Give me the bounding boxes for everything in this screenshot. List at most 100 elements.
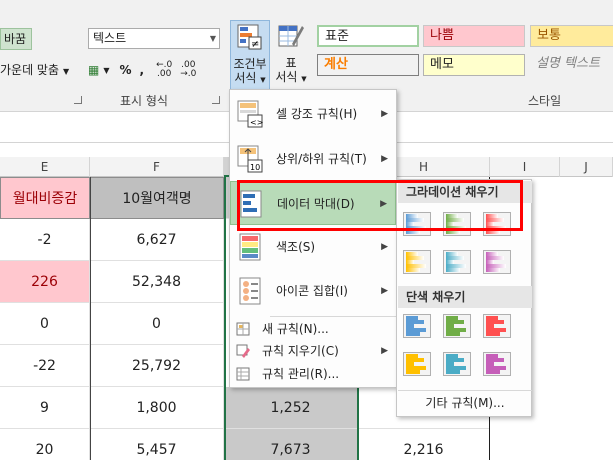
gradient-data-bar-swatch[interactable] (483, 212, 511, 236)
style-bad[interactable]: 나쁨 (423, 25, 525, 47)
style-calculation[interactable]: 계산 (317, 54, 419, 76)
format-as-table-button[interactable]: 표 서식 ▼ (274, 20, 308, 90)
gradient-data-bar-swatch[interactable] (443, 212, 471, 236)
cell-g-r6[interactable]: 7,673 (224, 429, 358, 460)
cell-e-r1[interactable]: -2 (0, 219, 90, 261)
column-header-j[interactable]: J (560, 157, 613, 177)
wrap-text-button[interactable]: 바꿈 (0, 28, 32, 50)
style-note[interactable]: 메모 (423, 54, 525, 76)
excel-window: 바꿈 가운데 맞춤 ▼ 텍스트 ▼ ▦ ▼ % , ←.0.00 .00 →.0 표시 … (0, 0, 613, 460)
chevron-down-icon[interactable]: ▼ (210, 29, 216, 48)
menu-separator (270, 316, 396, 317)
cell-e-r6[interactable]: 20 (0, 429, 90, 460)
style-neutral[interactable]: 보통 (530, 25, 613, 47)
cell-f-r1[interactable]: 6,627 (90, 219, 224, 261)
column-header-i[interactable]: I (490, 157, 560, 177)
cell-e-r2[interactable]: 226 (0, 261, 90, 303)
menu-item-label: 상위/하위 규칙(T) (276, 152, 367, 166)
swatch-bar (486, 230, 500, 234)
merge-center-button[interactable]: 가운데 맞춤 ▼ (0, 60, 69, 80)
menu-item-icon-sets[interactable]: 아이콘 집합(I) ▶ (230, 269, 396, 313)
alignment-dialog-launcher-icon[interactable] (74, 96, 82, 104)
decrease-decimal-icon[interactable]: .00 →.0 (180, 61, 196, 79)
gradient-data-bar-swatch[interactable] (443, 250, 471, 274)
solid-data-bar-swatch[interactable] (443, 352, 471, 376)
solid-data-bar-swatch[interactable] (483, 314, 511, 338)
menu-item-new-rule[interactable]: 새 규칙(N)... (230, 318, 396, 340)
swatch-bar (446, 332, 460, 336)
merge-center-label: 가운데 맞춤 (0, 63, 60, 77)
cell-f-r3[interactable]: 0 (90, 303, 224, 345)
menu-item-label: 규칙 관리(R)... (262, 367, 340, 381)
menu-item-color-scales[interactable]: 색조(S) ▶ (230, 225, 396, 269)
svg-text:≠: ≠ (251, 39, 259, 50)
increase-decimal-icon[interactable]: ←.0.00 (156, 61, 172, 79)
menu-item-clear-rules[interactable]: 규칙 지우기(C) ▶ (230, 340, 396, 362)
number-format-tools: ▦ ▼ % , ←.0.00 .00 →.0 (88, 60, 196, 80)
header-cell-f[interactable]: 10월여객명 (90, 177, 224, 219)
top-bottom-icon: 10 (236, 144, 264, 174)
percent-icon[interactable]: % (120, 63, 132, 77)
style-normal[interactable]: 표준 (317, 25, 419, 47)
gradient-fill-header: 그라데이션 채우기 (398, 181, 532, 203)
swatch-bar (486, 268, 500, 272)
menu-item-highlight-cells[interactable]: <> 셀 강조 규칙(H) ▶ (230, 92, 396, 136)
data-bars-submenu: 그라데이션 채우기 단색 채우기 기타 규칙(M)... (396, 179, 532, 417)
column-header-f[interactable]: F (90, 157, 224, 177)
gradient-data-bar-swatch[interactable] (403, 212, 431, 236)
menu-item-manage-rules[interactable]: 규칙 관리(R)... (230, 363, 396, 385)
number-group-label: 표시 형식 (120, 94, 168, 108)
menu-item-label: 새 규칙(N)... (262, 322, 329, 336)
menu-item-label: 규칙 지우기(C) (262, 344, 339, 358)
swatch-bar (486, 370, 500, 374)
svg-text:<>: <> (250, 118, 263, 127)
cell-g-r5[interactable]: 1,252 (224, 387, 358, 429)
cell-f-r2[interactable]: 52,348 (90, 261, 224, 303)
clear-rules-icon (236, 344, 250, 358)
menu-item-label: 색조(S) (276, 240, 316, 254)
swatch-bar (446, 268, 460, 272)
number-dialog-launcher-icon[interactable] (212, 96, 220, 104)
highlight-cells-icon: <> (236, 99, 264, 129)
chevron-down-icon: ▼ (63, 67, 70, 76)
menu-item-data-bars[interactable]: 데이터 막대(D) ▶ (230, 181, 396, 225)
cell-f-r5[interactable]: 1,800 (90, 387, 224, 429)
conditional-format-button[interactable]: ≠ 조건부 서식 ▼ (230, 20, 270, 90)
chevron-right-icon: ▶ (380, 199, 387, 209)
conditional-format-label-2: 서식 ▼ (234, 71, 266, 85)
cell-e-r4[interactable]: -22 (0, 345, 90, 387)
solid-data-bar-swatch[interactable] (403, 314, 431, 338)
comma-style-icon[interactable]: , (140, 63, 145, 77)
cell-f-r4[interactable]: 25,792 (90, 345, 224, 387)
solid-data-bar-swatch[interactable] (443, 314, 471, 338)
gradient-data-bar-swatch[interactable] (403, 250, 431, 274)
swatch-bar (406, 230, 420, 234)
solid-data-bar-swatch[interactable] (403, 352, 431, 376)
cell-e-r5[interactable]: 9 (0, 387, 90, 429)
cell-h-r6[interactable]: 2,216 (358, 429, 490, 460)
cell-f-r6[interactable]: 5,457 (90, 429, 224, 460)
manage-rules-icon (236, 367, 250, 381)
gradient-data-bar-swatch[interactable] (483, 250, 511, 274)
style-explanatory[interactable]: 설명 텍스트 (530, 54, 613, 76)
number-format-combo[interactable]: 텍스트 ▼ (88, 28, 220, 49)
chevron-right-icon: ▶ (381, 109, 388, 119)
menu-item-label: 아이콘 집합(I) (276, 284, 348, 298)
swatch-bar (486, 332, 500, 336)
conditional-format-label-1: 조건부 (233, 57, 267, 71)
column-header-e[interactable]: E (0, 157, 90, 177)
chevron-right-icon: ▶ (381, 242, 388, 252)
menu-item-top-bottom[interactable]: 10 상위/하위 규칙(T) ▶ (230, 137, 396, 181)
header-cell-e[interactable]: 월대비증감 (0, 177, 90, 219)
more-rules-item[interactable]: 기타 규칙(M)... (398, 390, 532, 414)
menu-item-label: 셀 강조 규칙(H) (276, 107, 358, 121)
cell-e-r3[interactable]: 0 (0, 303, 90, 345)
new-rule-icon (236, 322, 250, 336)
swatch-bar (446, 230, 460, 234)
conditional-format-menu: <> 셀 강조 규칙(H) ▶ 10 상위/하위 규칙(T) ▶ 데이터 막대(… (229, 89, 397, 388)
chevron-down-icon[interactable]: ▼ (103, 66, 109, 75)
table-border-mid (224, 177, 226, 460)
currency-format-icon[interactable]: ▦ (88, 63, 99, 77)
chevron-right-icon: ▶ (381, 286, 388, 296)
solid-data-bar-swatch[interactable] (483, 352, 511, 376)
